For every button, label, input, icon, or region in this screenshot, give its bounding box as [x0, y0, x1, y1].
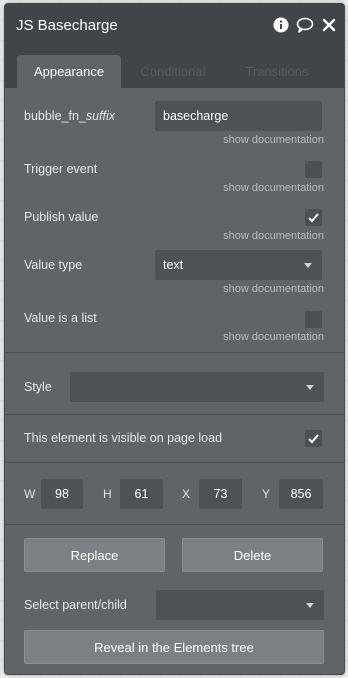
style-dropdown[interactable] — [70, 372, 324, 402]
publish-doc-link[interactable]: show documentation — [223, 230, 324, 242]
width-label: W — [24, 487, 36, 501]
tab-conditional[interactable]: Conditional — [125, 55, 221, 88]
replace-button[interactable]: Replace — [24, 538, 165, 572]
suffix-value: basecharge — [163, 109, 229, 123]
close-icon[interactable] — [320, 16, 338, 34]
check-icon — [308, 434, 319, 444]
tab-transitions[interactable]: Transitions — [227, 55, 327, 88]
divider — [5, 352, 344, 353]
check-icon — [308, 213, 319, 223]
is-list-label: Value is a list — [24, 311, 97, 325]
width-input[interactable]: 98 — [41, 479, 83, 509]
style-label: Style — [24, 380, 52, 394]
is-list-doc-link[interactable]: show documentation — [223, 331, 324, 343]
trigger-event-checkbox[interactable] — [305, 161, 322, 178]
visible-on-load-checkbox[interactable] — [305, 430, 322, 447]
tab-bar: Appearance Conditional Transitions — [5, 48, 344, 88]
publish-value-label: Publish value — [24, 210, 99, 224]
info-icon[interactable] — [272, 16, 290, 34]
panel-title: JS Basecharge — [16, 17, 118, 34]
parent-child-dropdown[interactable] — [156, 590, 324, 620]
divider — [5, 462, 344, 463]
is-list-checkbox[interactable] — [305, 311, 322, 328]
y-input[interactable]: 856 — [279, 479, 323, 509]
y-label: Y — [262, 487, 271, 501]
delete-button[interactable]: Delete — [182, 538, 323, 572]
value-type-label: Value type — [24, 258, 83, 272]
value-type-dropdown[interactable]: text — [155, 250, 322, 280]
reveal-in-tree-button[interactable]: Reveal in the Elements tree — [24, 630, 324, 664]
divider — [5, 524, 344, 525]
height-input[interactable]: 61 — [120, 479, 163, 509]
height-label: H — [103, 487, 112, 501]
suffix-label: bubble_fn_suffix — [24, 109, 116, 123]
suffix-doc-link[interactable]: show documentation — [223, 134, 324, 146]
divider — [5, 414, 344, 415]
x-label: X — [182, 487, 191, 501]
value-type-value: text — [163, 258, 184, 272]
trigger-doc-link[interactable]: show documentation — [223, 182, 324, 194]
panel-titlebar[interactable]: JS Basecharge — [5, 4, 344, 48]
parent-child-label: Select parent/child — [24, 598, 127, 612]
property-editor-panel: JS Basecharge Appearance Conditional Tra… — [4, 3, 345, 675]
x-input[interactable]: 73 — [199, 479, 242, 509]
publish-value-checkbox[interactable] — [305, 209, 322, 226]
suffix-input[interactable]: basecharge — [155, 101, 322, 131]
value-type-doc-link[interactable]: show documentation — [223, 283, 324, 295]
chevron-down-icon — [306, 603, 314, 608]
chevron-down-icon — [304, 263, 312, 268]
visible-on-load-label: This element is visible on page load — [24, 431, 223, 445]
tab-appearance[interactable]: Appearance — [17, 55, 121, 88]
comment-icon[interactable] — [296, 16, 314, 34]
chevron-down-icon — [306, 385, 314, 390]
trigger-event-label: Trigger event — [24, 162, 98, 176]
